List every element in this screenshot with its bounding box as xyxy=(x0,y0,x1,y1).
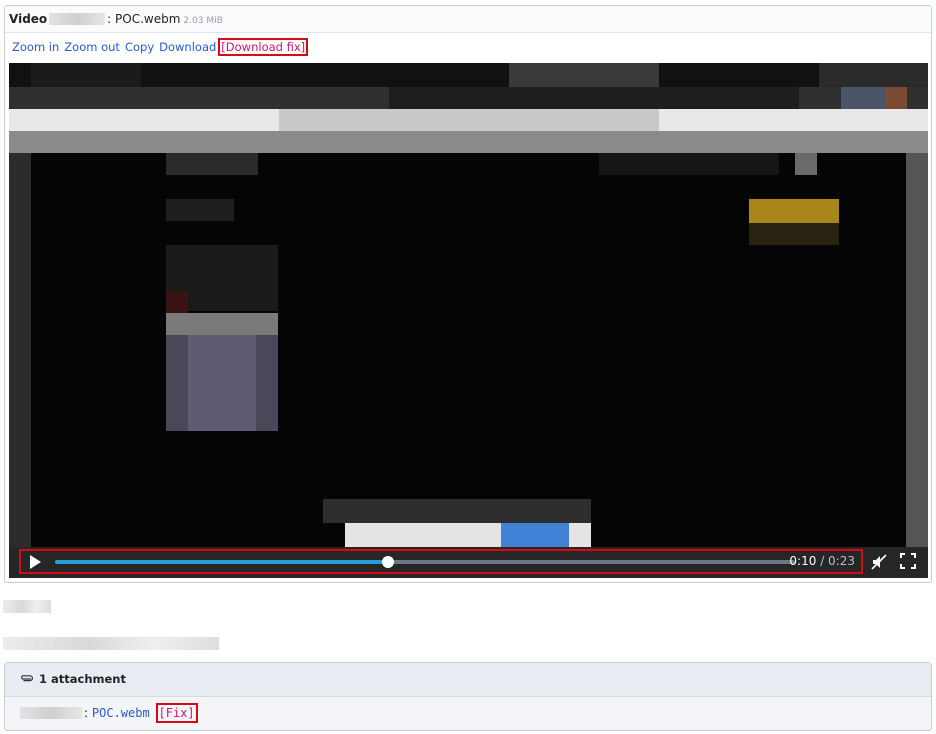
redacted-comment xyxy=(3,637,219,650)
video-pixel xyxy=(31,63,141,87)
video-pixel xyxy=(501,523,569,547)
progress-track[interactable] xyxy=(55,556,795,568)
video-pixel xyxy=(166,153,258,175)
title-filename: : POC.webm xyxy=(107,12,181,26)
video-pixel xyxy=(749,223,839,245)
video-pixel xyxy=(819,63,928,87)
video-pixel xyxy=(279,109,659,131)
video-pixel xyxy=(166,291,188,313)
zoom-out-link[interactable]: Zoom out xyxy=(64,40,120,54)
video-pixel xyxy=(166,313,278,335)
video-pixel xyxy=(795,153,817,175)
title-prefix: Video xyxy=(9,12,48,26)
volume-muted-icon[interactable] xyxy=(871,554,887,570)
current-time: 0:10 xyxy=(789,554,817,568)
redacted-uploader xyxy=(20,707,82,719)
video-frame[interactable]: 0:10 / 0:23 xyxy=(9,63,928,578)
video-pixel xyxy=(389,87,799,109)
video-pixel xyxy=(841,87,885,109)
attachment-file-link[interactable]: POC.webm xyxy=(92,706,150,720)
player-controls-highlight: 0:10 / 0:23 xyxy=(19,549,863,574)
video-pixel xyxy=(749,199,839,223)
duration: 0:23 xyxy=(828,554,855,568)
redacted-author xyxy=(49,13,106,25)
attachments-panel: 1 attachment : POC.webm [Fix] xyxy=(4,662,932,731)
video-pixel xyxy=(906,153,928,547)
video-pixel-band xyxy=(9,63,928,87)
download-link[interactable]: Download xyxy=(159,40,216,54)
progress-fill xyxy=(55,560,388,564)
copy-link[interactable]: Copy xyxy=(125,40,154,54)
progress-thumb[interactable] xyxy=(382,556,394,568)
video-pixel-band xyxy=(9,131,928,153)
video-pixel xyxy=(509,63,659,87)
file-size: 2.03 MiB xyxy=(183,16,223,26)
video-viewer: Video : POC.webm 2.03 MiB Zoom in Zoom out C… xyxy=(4,5,932,583)
time-display: 0:10 / 0:23 xyxy=(789,554,855,568)
play-icon[interactable] xyxy=(27,554,43,570)
viewer-title: Video : POC.webm 2.03 MiB xyxy=(5,6,931,33)
download-fix-link[interactable]: [Download fix] xyxy=(218,38,309,56)
attachment-separator: : xyxy=(84,706,89,720)
attachments-header: 1 attachment xyxy=(5,663,931,697)
attachments-count: 1 attachment xyxy=(39,672,126,686)
redacted-username xyxy=(3,600,51,613)
attachment-fix-link[interactable]: [Fix] xyxy=(155,703,198,723)
video-pixel xyxy=(9,153,31,547)
attachment-row: : POC.webm [Fix] xyxy=(5,697,931,730)
fullscreen-icon[interactable] xyxy=(900,553,916,569)
video-pixel xyxy=(323,499,591,523)
video-pixel xyxy=(885,87,907,109)
video-pixel xyxy=(166,199,234,221)
zoom-in-link[interactable]: Zoom in xyxy=(12,40,59,54)
video-pixel xyxy=(599,153,779,175)
paperclip-icon xyxy=(21,675,33,682)
viewer-toolbar: Zoom in Zoom out Copy Download [Download fix… xyxy=(5,33,931,61)
video-pixel xyxy=(188,335,256,431)
time-separator: / xyxy=(816,554,829,568)
